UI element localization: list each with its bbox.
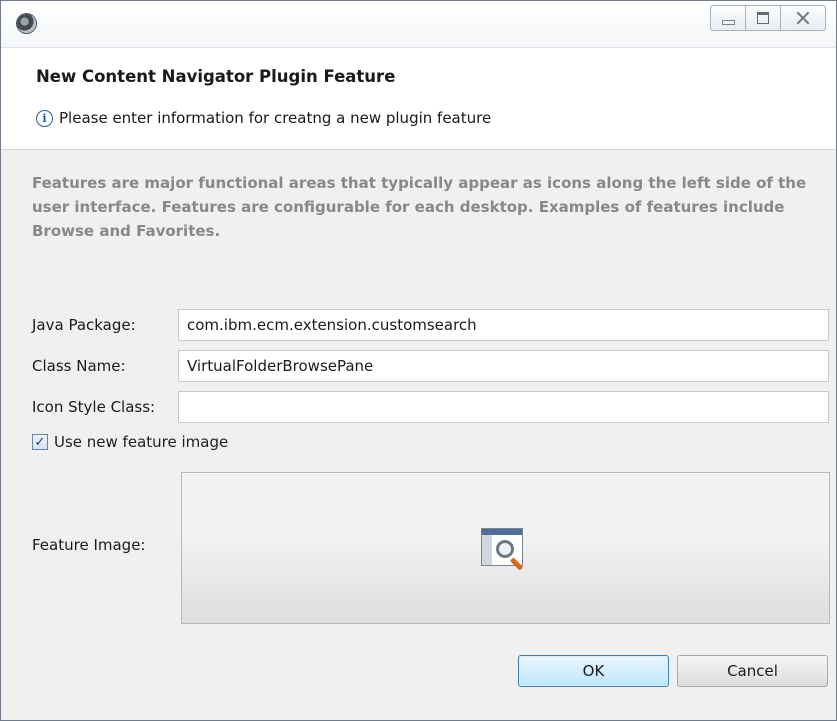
java-package-label: Java Package: [32,316,136,334]
close-icon [797,12,809,24]
minimize-button[interactable] [710,5,746,31]
maximize-icon [757,12,769,24]
dialog-window: New Content Navigator Plugin Feature i P… [0,0,837,721]
close-button[interactable] [781,5,826,31]
class-name-label: Class Name: [32,357,126,375]
java-package-row: Java Package: [32,308,178,342]
feature-image-selector[interactable] [181,472,830,624]
info-text: Please enter information for creatng a n… [59,109,492,127]
window-controls [710,5,826,31]
info-icon: i [36,109,53,127]
use-new-feature-image-checkbox[interactable]: ✓ [32,434,48,450]
dialog-title: New Content Navigator Plugin Feature [36,67,396,86]
title-bar [1,1,836,48]
icon-style-class-input[interactable] [178,391,829,423]
dialog-header: New Content Navigator Plugin Feature i P… [1,48,836,150]
icon-style-class-label: Icon Style Class: [32,398,156,416]
class-name-row: Class Name: [32,349,178,383]
class-name-input[interactable] [178,350,829,382]
search-window-icon [480,528,531,574]
info-message: i Please enter information for creatng a… [36,109,491,127]
window-sidebar [481,535,492,565]
cancel-button[interactable]: Cancel [677,655,828,687]
icon-style-class-row: Icon Style Class: [32,390,178,424]
feature-image-label: Feature Image: [32,536,146,554]
eclipse-icon [17,14,36,33]
magnifier-lens [495,540,514,558]
ok-button[interactable]: OK [518,655,669,687]
use-new-feature-image-option[interactable]: ✓ Use new feature image [32,433,228,451]
java-package-input[interactable] [178,309,829,341]
minimize-icon [721,20,735,25]
use-new-feature-image-label: Use new feature image [54,433,229,451]
maximize-button[interactable] [746,5,781,31]
description-text: Features are major functional areas that… [32,174,807,240]
